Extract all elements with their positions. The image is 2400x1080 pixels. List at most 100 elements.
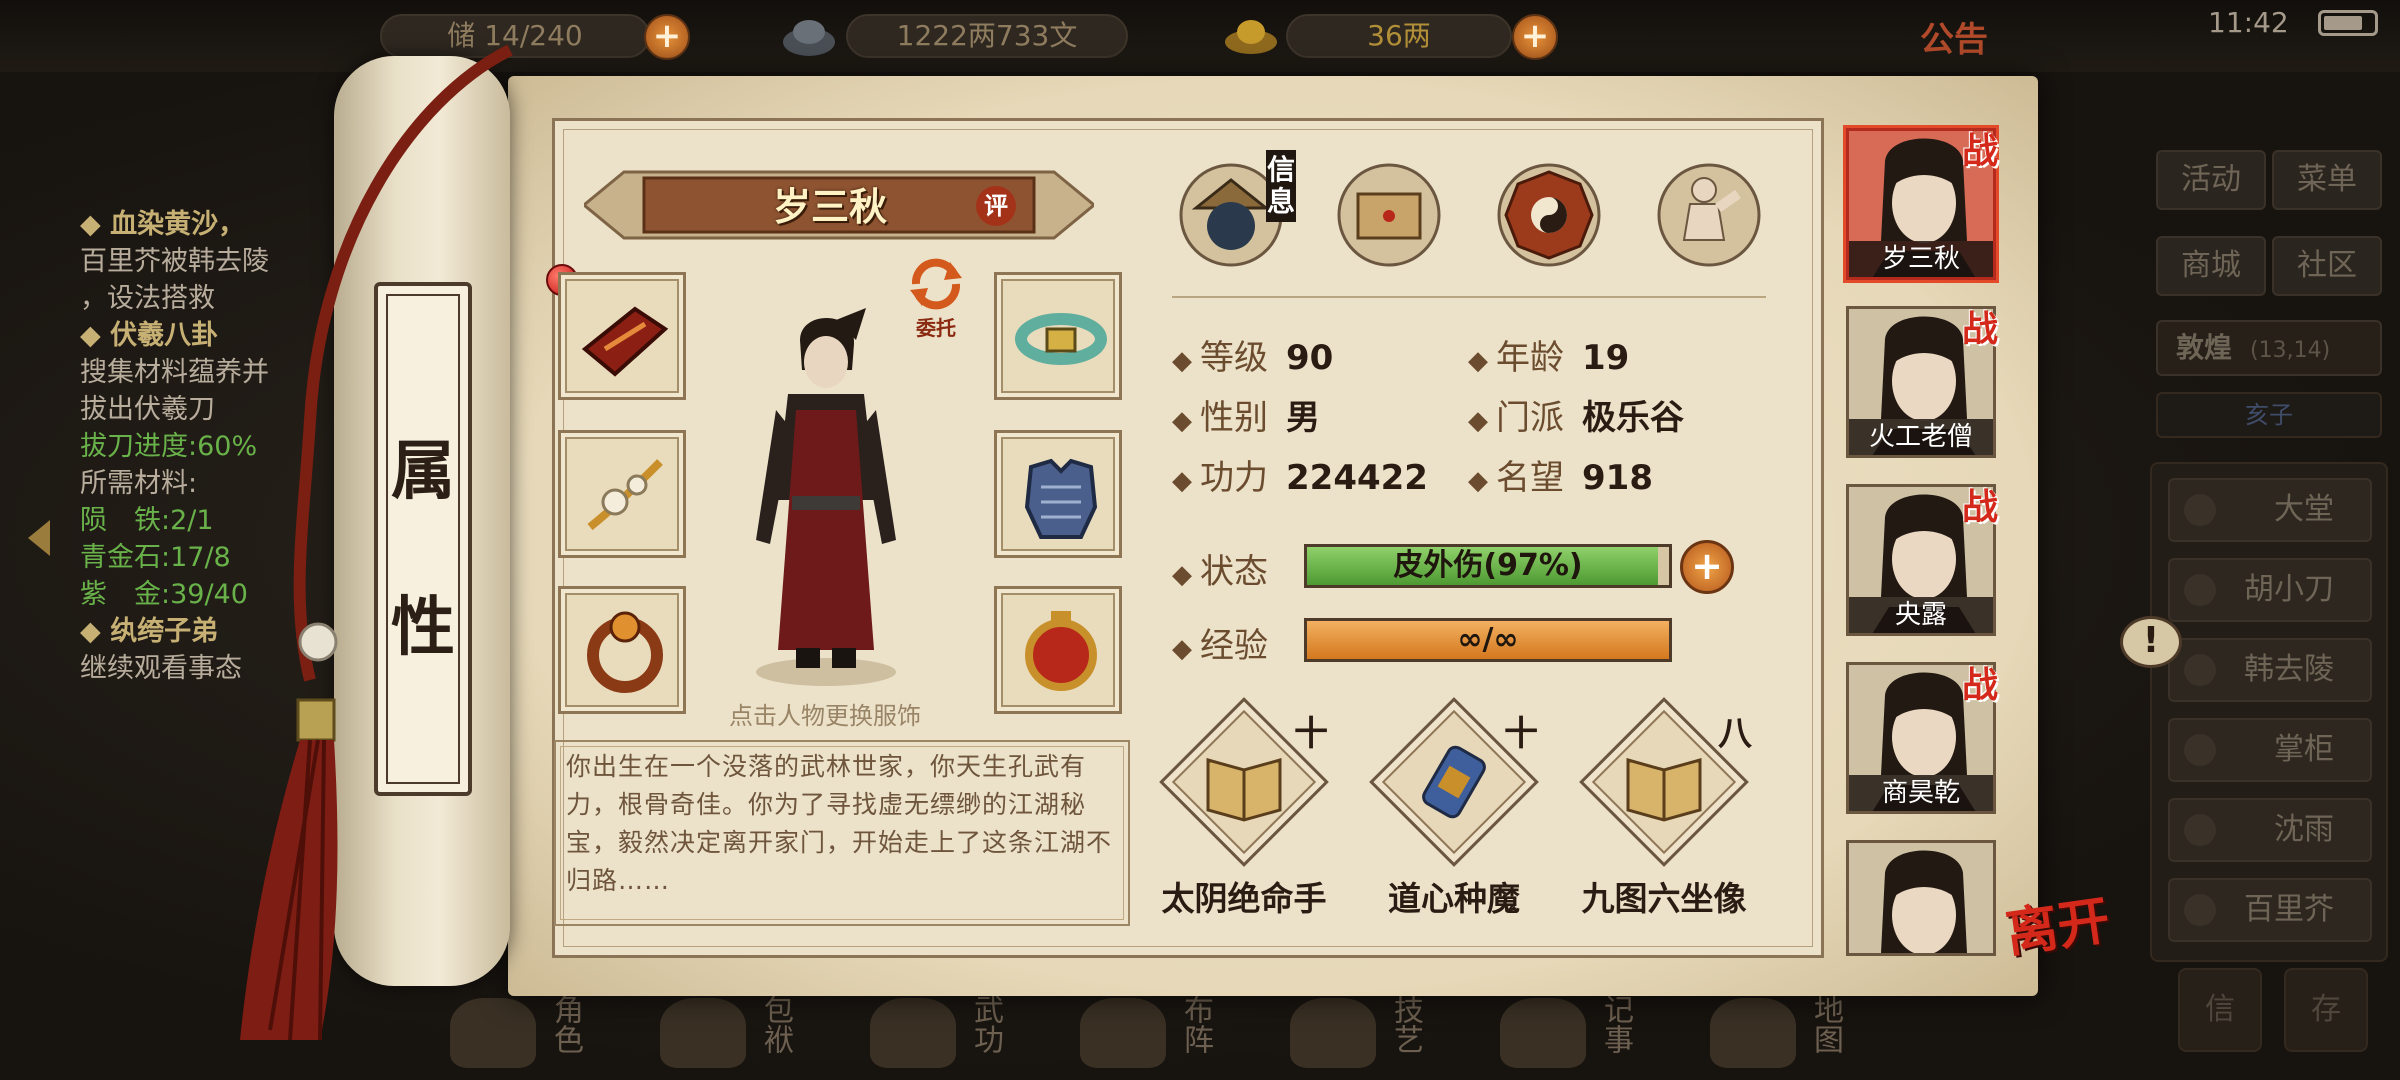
battle-status-tag: 战 — [1962, 486, 1999, 528]
character-name: 岁三秋 — [772, 185, 887, 229]
npc-avatar-icon — [2184, 814, 2216, 846]
battle-status-tag: 战 — [1962, 664, 1999, 706]
stat-level: ◆ 等级 90 — [1172, 338, 1334, 378]
status-label: ◆ 状态 — [1172, 552, 1268, 592]
quest-line: ◆ 纨绔子弟 — [80, 616, 219, 647]
shop-button[interactable]: 商城 — [2156, 236, 2266, 296]
quest-line: 紫 金:39/40 — [80, 579, 248, 610]
gold-display: 36两 — [1286, 14, 1512, 58]
flower-hairpin-icon — [587, 459, 663, 531]
nav-icon — [1080, 998, 1166, 1068]
quest-line: 陨 铁:2/1 — [80, 505, 214, 536]
bottom-nav: 角色 包袱 武功 布阵 技艺 记事 地图 — [440, 990, 1980, 1080]
gold-ingot-icon — [1225, 20, 1277, 54]
tab-body-icon[interactable] — [1654, 160, 1764, 270]
equip-slot-weapon[interactable] — [558, 272, 686, 400]
gauntlet-icon — [581, 306, 669, 377]
party-member-name: 火工老僧 — [1849, 419, 1993, 455]
npc-item[interactable]: 大堂 — [2168, 478, 2372, 542]
stat-fame: ◆ 名望 918 — [1468, 458, 1653, 498]
menu-button[interactable]: 菜单 — [2272, 150, 2382, 210]
lantern-icon — [1025, 611, 1097, 691]
quest-line: ◆ 血染黄沙， — [80, 209, 246, 240]
leave-button[interactable]: 离开 — [2002, 890, 2127, 1019]
exp-label: ◆ 经验 — [1172, 626, 1268, 666]
skill-slot-3[interactable]: 八 九图六坐像 — [1564, 697, 1764, 932]
npc-name: 韩去陵 — [2244, 652, 2334, 687]
npc-item[interactable]: 掌柜 — [2168, 718, 2372, 782]
nav-icon — [660, 998, 746, 1068]
portrait-face — [1881, 850, 1967, 953]
nav-label: 技艺 — [1388, 994, 1423, 1054]
change-outfit-hint: 点击人物更换服饰 — [729, 702, 921, 730]
add-gold-button[interactable]: + — [1512, 14, 1558, 60]
party-member-name: 岁三秋 — [1849, 241, 1993, 277]
npc-item[interactable]: 胡小刀 — [2168, 558, 2372, 622]
alert-bubble-icon[interactable]: ! — [2120, 616, 2182, 668]
npc-name: 胡小刀 — [2244, 572, 2334, 607]
npc-name: 百里芥 — [2244, 892, 2334, 927]
nav-item[interactable]: 武功 — [860, 990, 1050, 1080]
heal-button[interactable]: + — [1680, 540, 1734, 594]
npc-name: 沈雨 — [2274, 812, 2334, 847]
quest-line: 继续观看事态 — [80, 653, 242, 684]
scroll-icon — [1422, 745, 1486, 819]
nav-item[interactable]: 地图 — [1700, 990, 1890, 1080]
party-member-portrait[interactable] — [1846, 840, 1996, 956]
equip-slot-accessory[interactable] — [558, 430, 686, 558]
money-icon — [783, 20, 835, 56]
rate-button[interactable]: 评 — [976, 186, 1016, 226]
character-bio: 你出生在一个没落的武林世家，你天生孔武有力，根骨奇佳。你为了寻找虚无缥缈的江湖秘… — [554, 740, 1130, 926]
nav-item[interactable]: 技艺 — [1280, 990, 1470, 1080]
battery-icon — [2318, 10, 2378, 36]
nav-item[interactable]: 布阵 — [1070, 990, 1260, 1080]
nav-icon — [1500, 998, 1586, 1068]
add-capacity-button[interactable]: + — [644, 14, 690, 60]
save-button[interactable]: 存 — [2284, 968, 2368, 1052]
tab-map-icon[interactable] — [1334, 160, 1444, 270]
notice-button[interactable]: 公告 — [1920, 12, 1988, 61]
collapse-arrow-icon[interactable] — [28, 520, 50, 556]
nav-label: 布阵 — [1178, 994, 1213, 1054]
quest-line: ，设法搭救 — [80, 283, 215, 314]
npc-item[interactable]: 韩去陵 — [2168, 638, 2372, 702]
npc-item[interactable]: 沈雨 — [2168, 798, 2372, 862]
ring-icon — [587, 611, 663, 693]
activity-button[interactable]: 活动 — [2156, 150, 2266, 210]
nav-icon — [870, 998, 956, 1068]
npc-name: 大堂 — [2274, 492, 2334, 527]
skill-slot-2[interactable]: 十 道心种魔 — [1354, 697, 1554, 932]
quest-line: 青金石:17/8 — [80, 542, 231, 573]
nav-item[interactable]: 包袱 — [650, 990, 840, 1080]
npc-avatar-icon — [2184, 734, 2216, 766]
battle-status-tag: 战 — [1962, 308, 1999, 350]
nav-icon — [1710, 998, 1796, 1068]
quest-line: 所需材料: — [80, 468, 198, 499]
nav-label: 包袱 — [758, 994, 793, 1054]
character-sprite[interactable] — [716, 300, 936, 690]
party-member-name: 商昊乾 — [1849, 775, 1993, 811]
npc-avatar-icon — [2184, 654, 2216, 686]
equip-slot-armor[interactable] — [994, 430, 1122, 558]
quest-line: ◆ 伏羲八卦 — [80, 320, 219, 351]
belt-icon — [1015, 313, 1107, 365]
nav-icon — [1290, 998, 1376, 1068]
stat-gender: ◆ 性别男 — [1172, 398, 1320, 438]
skill-slot-1[interactable]: 十 太阴绝命手 — [1144, 697, 1344, 932]
npc-avatar-icon — [2184, 494, 2216, 526]
battle-status-tag: 战 — [1962, 130, 1999, 172]
community-button[interactable]: 社区 — [2272, 236, 2382, 296]
tab-bagua-icon[interactable] — [1494, 160, 1604, 270]
equip-slot-trinket[interactable] — [994, 586, 1122, 714]
equip-slot-belt[interactable] — [994, 272, 1122, 400]
time-of-day: 亥子 — [2156, 392, 2382, 438]
nav-label: 武功 — [968, 994, 1003, 1054]
armor-icon — [1024, 458, 1098, 539]
system-clock: 11:42 — [2208, 6, 2289, 39]
stat-power: ◆ 功力 224422 — [1172, 458, 1428, 498]
nav-label: 记事 — [1598, 994, 1633, 1054]
equip-slot-ring[interactable] — [558, 586, 686, 714]
npc-item[interactable]: 百里芥 — [2168, 878, 2372, 942]
mail-button[interactable]: 信 — [2178, 968, 2262, 1052]
nav-item[interactable]: 记事 — [1490, 990, 1680, 1080]
